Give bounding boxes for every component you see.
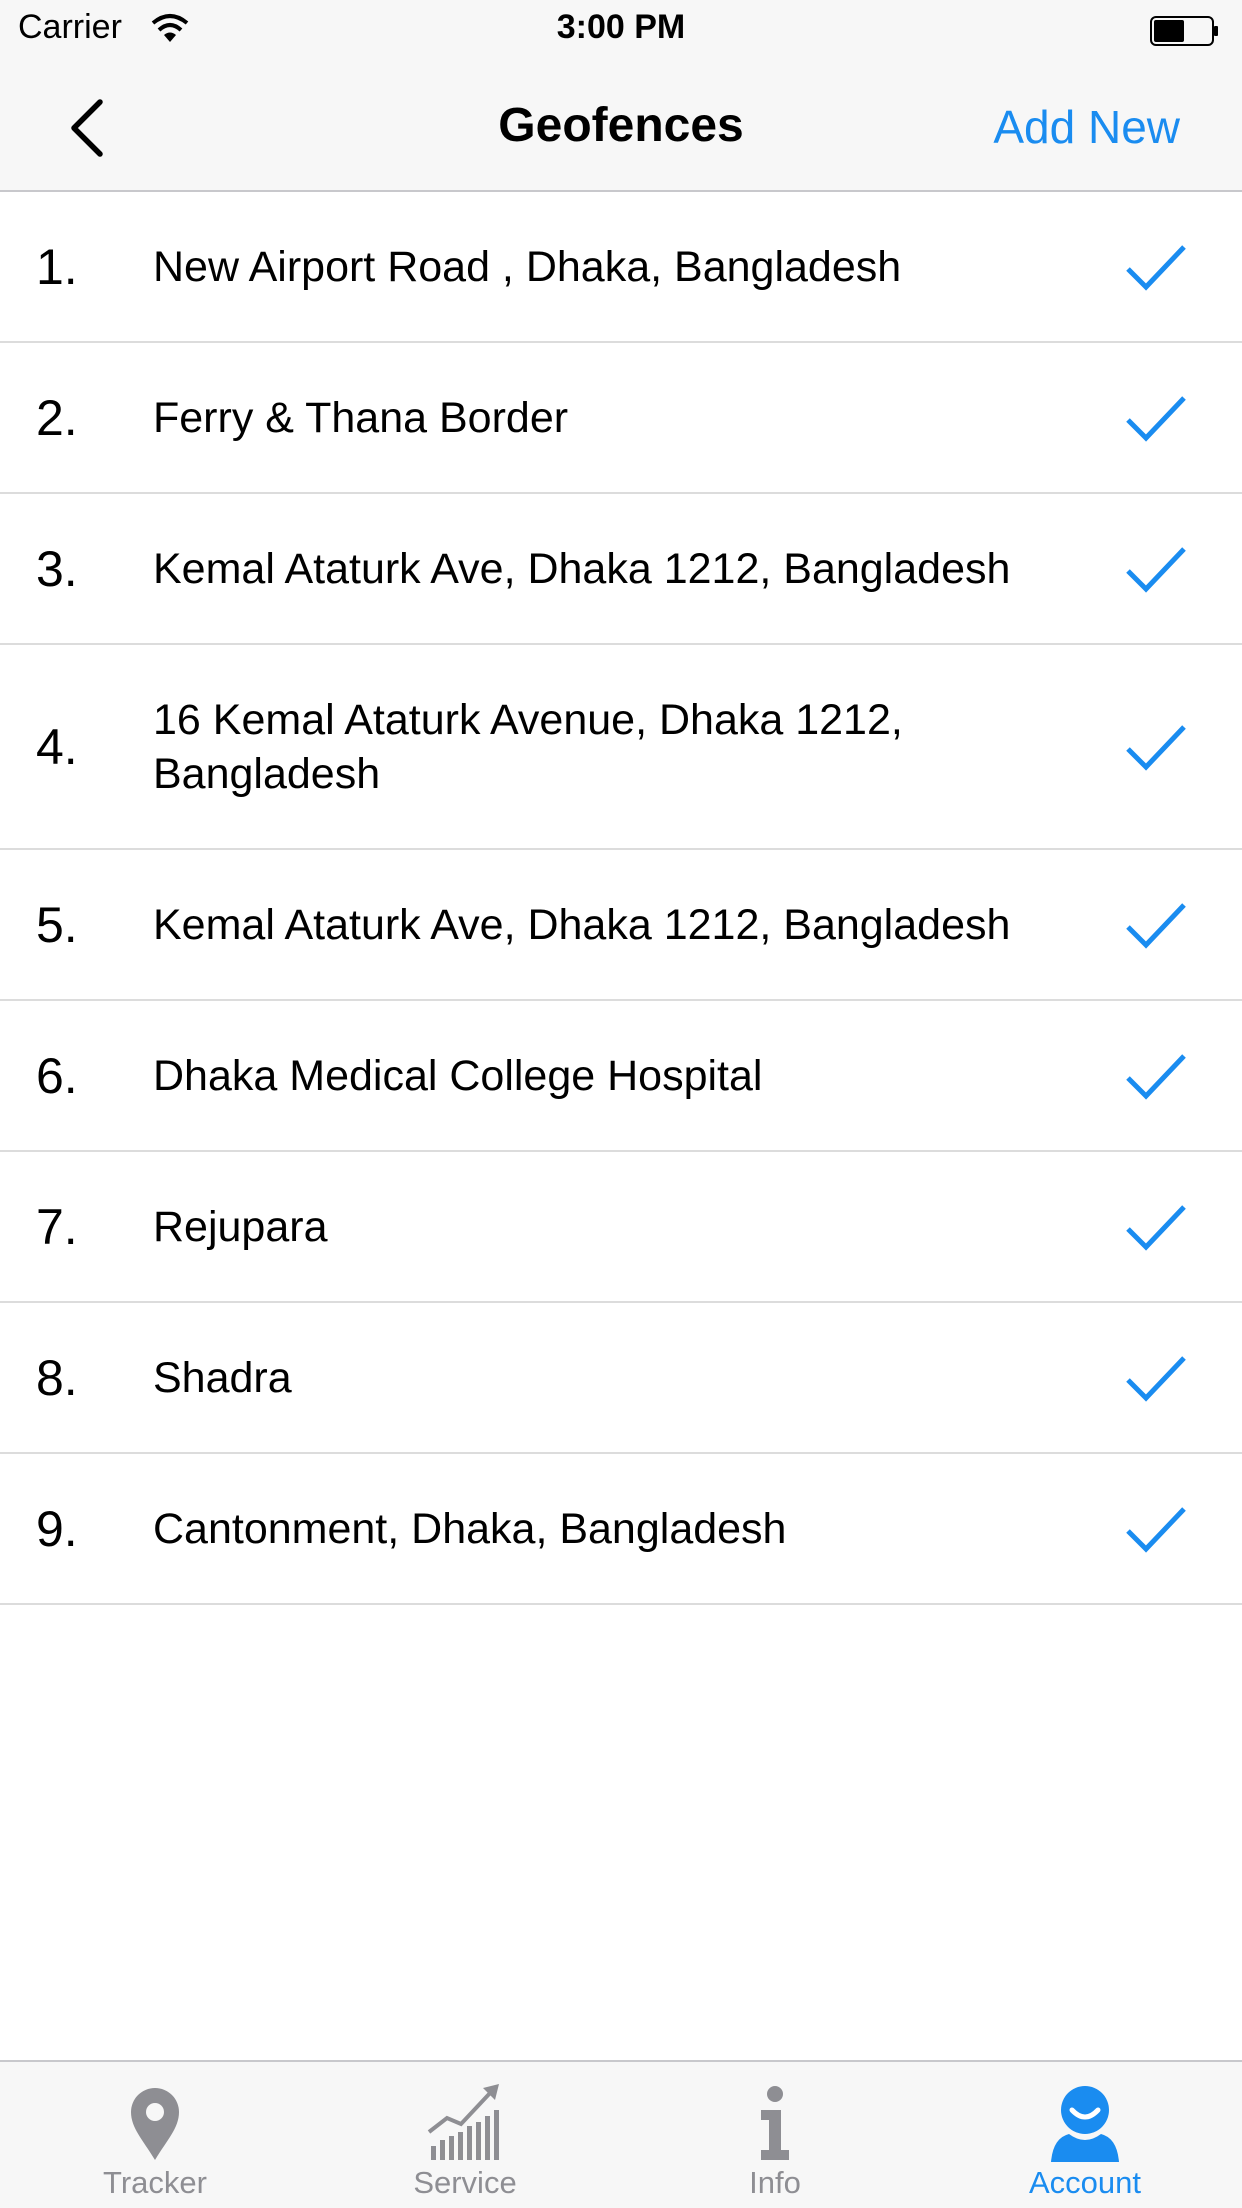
battery-icon (1150, 16, 1218, 46)
geofence-name: Cantonment, Dhaka, Bangladesh (153, 1504, 787, 1553)
geofence-name: 16 Kemal Ataturk Avenue, Dhaka 1212, Ban… (153, 695, 903, 798)
checkmark-icon[interactable] (1124, 721, 1188, 773)
tab-bar: Tracker Service Info Account (0, 2060, 1242, 2208)
checkmark-icon[interactable] (1124, 899, 1188, 951)
checkmark-icon[interactable] (1124, 392, 1188, 444)
checkmark-icon[interactable] (1124, 1201, 1188, 1253)
geofence-name: Shadra (153, 1353, 292, 1402)
info-icon (761, 2086, 789, 2160)
geofence-name: Rejupara (153, 1202, 328, 1251)
tab-info[interactable]: Info (620, 2062, 930, 2208)
clock-label: 3:00 PM (556, 8, 686, 46)
row-number: 3. (36, 540, 78, 597)
tab-account-label: Account (1028, 2165, 1141, 2200)
row-number: 4. (36, 718, 78, 775)
geofence-name: Kemal Ataturk Ave, Dhaka 1212, Banglades… (153, 900, 1011, 949)
tab-service[interactable]: Service (310, 2062, 620, 2208)
geofence-name: Dhaka Medical College Hospital (153, 1051, 763, 1100)
row-number: 8. (36, 1349, 78, 1406)
row-number: 6. (36, 1047, 78, 1104)
list-item[interactable]: 2. Ferry & Thana Border (0, 343, 1242, 494)
row-number: 7. (36, 1198, 78, 1255)
tab-tracker[interactable]: Tracker (0, 2062, 310, 2208)
geofence-name: Kemal Ataturk Ave, Dhaka 1212, Banglades… (153, 544, 1011, 593)
add-new-button[interactable]: Add New (993, 100, 1180, 154)
list-item[interactable]: 9. Cantonment, Dhaka, Bangladesh (0, 1454, 1242, 1605)
tab-tracker-label: Tracker (103, 2165, 207, 2200)
checkmark-icon[interactable] (1124, 543, 1188, 595)
list-item[interactable]: 4. 16 Kemal Ataturk Avenue, Dhaka 1212, … (0, 645, 1242, 850)
geofence-list: 1. New Airport Road , Dhaka, Bangladesh … (0, 192, 1242, 1605)
tab-account[interactable]: Account (930, 2062, 1240, 2208)
checkmark-icon[interactable] (1124, 241, 1188, 293)
status-bar: Carrier 3:00 PM (0, 0, 1242, 60)
user-icon (1051, 2086, 1119, 2162)
growth-chart-icon (427, 2084, 499, 2160)
list-item[interactable]: 8. Shadra (0, 1303, 1242, 1454)
navigation-bar: Geofences Add New (0, 60, 1242, 192)
row-number: 2. (36, 389, 78, 446)
list-item[interactable]: 1. New Airport Road , Dhaka, Bangladesh (0, 192, 1242, 343)
checkmark-icon[interactable] (1124, 1050, 1188, 1102)
list-item[interactable]: 6. Dhaka Medical College Hospital (0, 1001, 1242, 1152)
checkmark-icon[interactable] (1124, 1503, 1188, 1555)
tab-info-label: Info (749, 2165, 801, 2200)
list-item[interactable]: 5. Kemal Ataturk Ave, Dhaka 1212, Bangla… (0, 850, 1242, 1001)
list-item[interactable]: 7. Rejupara (0, 1152, 1242, 1303)
row-number: 1. (36, 238, 78, 295)
row-number: 9. (36, 1500, 78, 1557)
location-pin-icon (131, 2088, 179, 2160)
geofence-name: New Airport Road , Dhaka, Bangladesh (153, 242, 902, 291)
row-number: 5. (36, 896, 78, 953)
checkmark-icon[interactable] (1124, 1352, 1188, 1404)
geofence-name: Ferry & Thana Border (153, 393, 569, 442)
list-item[interactable]: 3. Kemal Ataturk Ave, Dhaka 1212, Bangla… (0, 494, 1242, 645)
tab-service-label: Service (413, 2165, 517, 2200)
